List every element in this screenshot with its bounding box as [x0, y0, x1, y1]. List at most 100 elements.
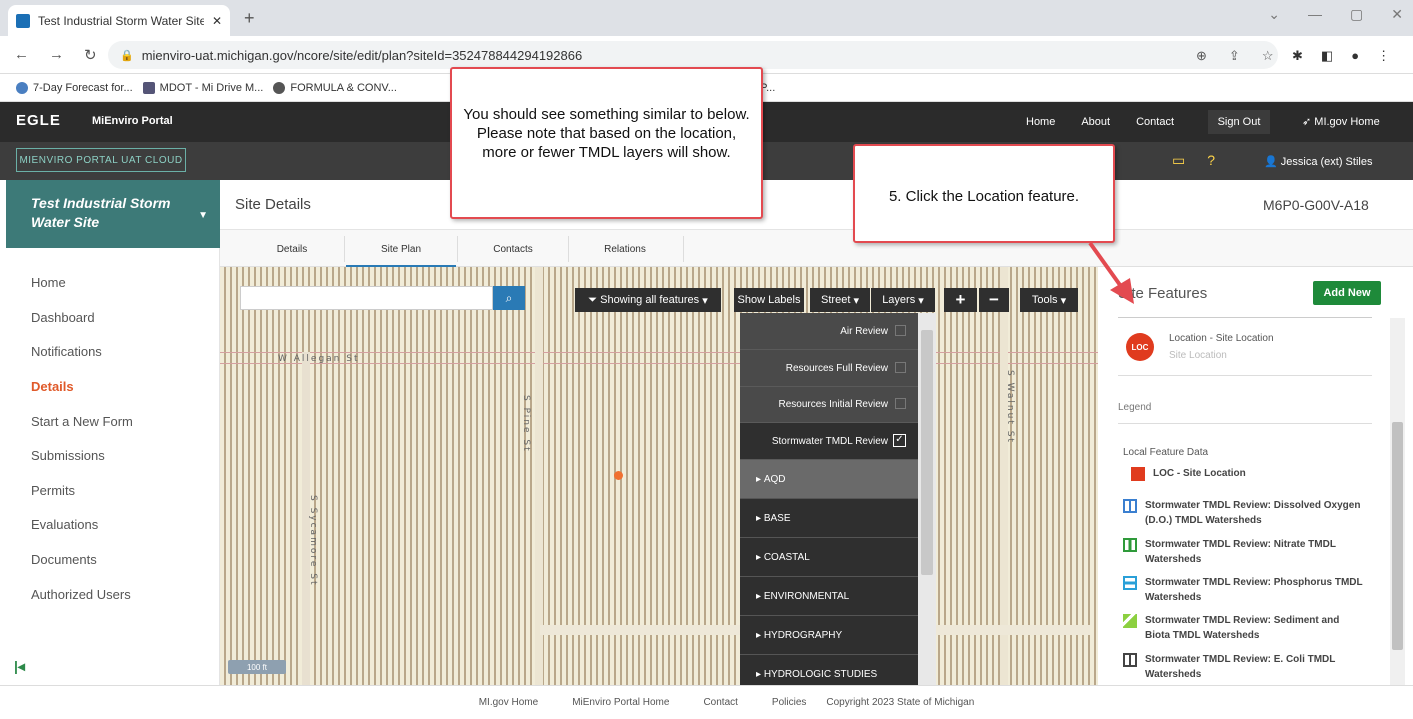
- bookmark[interactable]: FORMULA & CONV...: [273, 81, 397, 94]
- tab-search-icon[interactable]: ⌄: [1268, 6, 1280, 23]
- migov-label: MI.gov Home: [1314, 116, 1380, 128]
- layer-group-hydrography[interactable]: ▸ HYDROGRAPHY: [740, 616, 918, 655]
- footer-policies-link[interactable]: Policies: [772, 697, 806, 708]
- help-icon[interactable]: ?: [1207, 152, 1215, 169]
- nav-home[interactable]: Home: [1026, 116, 1055, 128]
- user-menu[interactable]: 👤 Jessica (ext) Stiles: [1264, 155, 1372, 168]
- street-dropdown[interactable]: Street ▾: [810, 288, 870, 312]
- zoom-out-icon[interactable]: −: [979, 288, 1009, 312]
- group-label: COASTAL: [763, 551, 810, 563]
- bookmark[interactable]: 7-Day Forecast for...: [16, 81, 133, 94]
- arrow-head: [1110, 278, 1134, 304]
- menu-icon[interactable]: ⋮: [1377, 48, 1390, 64]
- footer-contact-link[interactable]: Contact: [703, 697, 737, 708]
- layer-resources-full[interactable]: Resources Full Review: [740, 350, 918, 387]
- zoom-icon[interactable]: ⊕: [1196, 48, 1207, 64]
- show-labels-button[interactable]: Show Labels: [734, 288, 804, 312]
- sidebar-item-start-form[interactable]: Start a New Form: [31, 414, 133, 429]
- sidebar-item-notifications[interactable]: Notifications: [31, 344, 102, 359]
- star-icon[interactable]: ☆: [1262, 48, 1274, 64]
- browser-tab[interactable]: Test Industrial Storm Water Site ✕: [8, 5, 230, 36]
- zoom-in-icon[interactable]: +: [944, 288, 977, 312]
- url-field[interactable]: 🔒 mienviro-uat.michigan.gov/ncore/site/e…: [108, 41, 1278, 69]
- sidebar-item-home[interactable]: Home: [31, 275, 66, 290]
- sidebar-item-evaluations[interactable]: Evaluations: [31, 517, 98, 532]
- profile-icon[interactable]: ●: [1351, 48, 1359, 64]
- layer-group-aqd[interactable]: ▸ AQD: [740, 460, 918, 499]
- site-map[interactable]: [220, 267, 1098, 685]
- tools-dropdown[interactable]: Tools ▾: [1020, 288, 1078, 312]
- close-window-icon[interactable]: ✕: [1391, 6, 1403, 23]
- layer-stormwater-tmdl[interactable]: Stormwater TMDL Review ✓: [740, 423, 918, 460]
- bookmark[interactable]: MDOT - Mi Drive M...: [142, 81, 263, 94]
- instruction-callout: You should see something similar to belo…: [450, 67, 763, 219]
- site-selector[interactable]: Test Industrial Storm Water Site ▼: [6, 180, 220, 248]
- location-feature-icon[interactable]: LOC: [1126, 333, 1154, 361]
- footer-migov-link[interactable]: MI.gov Home: [479, 697, 538, 708]
- url-text: mienviro-uat.michigan.gov/ncore/site/edi…: [141, 47, 583, 63]
- layers-label: Layers: [882, 294, 916, 306]
- sidebar-item-dashboard[interactable]: Dashboard: [31, 310, 95, 325]
- sidebar-item-permits[interactable]: Permits: [31, 483, 75, 498]
- group-label: ENVIRONMENTAL: [763, 590, 850, 602]
- caret-right-icon: ▸: [756, 590, 764, 602]
- collapse-sidebar-icon[interactable]: |◂: [14, 658, 25, 675]
- legend-label: Stormwater TMDL Review: Dissolved Oxygen…: [1145, 500, 1361, 526]
- tab-contacts[interactable]: Contacts: [458, 244, 568, 255]
- chevron-down-icon: ▾: [1057, 294, 1067, 307]
- reload-icon[interactable]: ↻: [84, 46, 97, 64]
- legend-label: Stormwater TMDL Review: Sediment and Bio…: [1145, 615, 1340, 641]
- extensions-icon[interactable]: ✱: [1292, 48, 1303, 64]
- tab-details[interactable]: Details: [237, 244, 347, 255]
- tab-relations[interactable]: Relations: [570, 244, 680, 255]
- map-search-input[interactable]: [240, 286, 493, 310]
- back-icon[interactable]: ←: [14, 46, 29, 64]
- layer-label: Air Review: [840, 325, 888, 337]
- sidebar-item-documents[interactable]: Documents: [31, 552, 97, 567]
- features-scroll-thumb[interactable]: [1392, 422, 1403, 650]
- migov-home-link[interactable]: ➶ MI.gov Home: [1302, 115, 1380, 128]
- road-walnut: [1000, 267, 1008, 685]
- nav-contact[interactable]: Contact: [1136, 116, 1174, 128]
- layer-checkbox-checked[interactable]: ✓: [893, 434, 906, 447]
- sidebar-item-submissions[interactable]: Submissions: [31, 448, 105, 463]
- feedback-icon[interactable]: ▭: [1172, 152, 1185, 169]
- showing-label: Showing all features: [600, 294, 700, 306]
- layer-group-environmental[interactable]: ▸ ENVIRONMENTAL: [740, 577, 918, 616]
- sign-out-button[interactable]: Sign Out: [1208, 110, 1270, 134]
- search-icon[interactable]: ⌕: [493, 286, 525, 310]
- layer-group-base[interactable]: ▸ BASE: [740, 499, 918, 538]
- layer-checkbox[interactable]: [895, 325, 906, 336]
- sidebar-item-authorized-users[interactable]: Authorized Users: [31, 587, 131, 602]
- caret-right-icon: ▸: [756, 473, 764, 485]
- minimize-icon[interactable]: —: [1308, 6, 1322, 23]
- new-tab-icon[interactable]: +: [244, 8, 255, 29]
- add-new-button[interactable]: Add New: [1313, 281, 1381, 305]
- layers-scroll-thumb[interactable]: [921, 330, 933, 575]
- layers-dropdown[interactable]: Layers ▾: [871, 288, 935, 312]
- page-title-bar: [220, 180, 1413, 230]
- site-name-line1: Test Industrial Storm: [31, 195, 171, 211]
- layer-checkbox[interactable]: [895, 362, 906, 373]
- maximize-icon[interactable]: ▢: [1350, 6, 1363, 23]
- forward-icon[interactable]: →: [49, 46, 64, 64]
- legend-label: Stormwater TMDL Review: Nitrate TMDL Wat…: [1145, 539, 1336, 565]
- tab-site-plan[interactable]: Site Plan: [346, 244, 456, 267]
- showing-features-dropdown[interactable]: ⏷ Showing all features ▾: [575, 288, 721, 312]
- layer-resources-initial[interactable]: Resources Initial Review: [740, 386, 918, 423]
- layer-air-review[interactable]: Air Review: [740, 313, 918, 350]
- sidebar-item-details[interactable]: Details: [31, 379, 74, 394]
- street-label: S Pine St: [521, 395, 531, 453]
- layer-group-coastal[interactable]: ▸ COASTAL: [740, 538, 918, 577]
- footer: MI.gov Home MiEnviro Portal Home Contact…: [0, 685, 1413, 719]
- share-icon[interactable]: ⇪: [1229, 48, 1240, 64]
- side-panel-icon[interactable]: ◧: [1321, 48, 1333, 64]
- close-tab-icon[interactable]: ✕: [212, 14, 222, 28]
- footer-portal-link[interactable]: MiEnviro Portal Home: [572, 697, 669, 708]
- layer-group-hydrologic[interactable]: ▸ HYDROLOGIC STUDIES: [740, 655, 918, 685]
- location-feature-name[interactable]: Location - Site Location: [1169, 333, 1274, 344]
- location-marker[interactable]: [614, 471, 623, 480]
- egle-logo[interactable]: EGLE: [16, 112, 61, 129]
- layer-checkbox[interactable]: [895, 398, 906, 409]
- nav-about[interactable]: About: [1081, 116, 1110, 128]
